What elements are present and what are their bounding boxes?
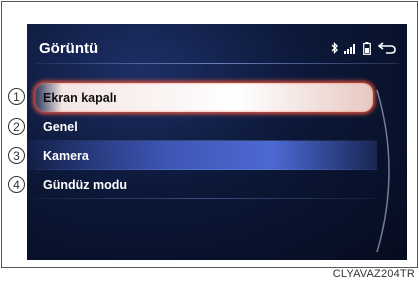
menu-item-ekran-kapali[interactable]: Ekran kapalı xyxy=(35,83,373,112)
display-screen: Görüntü Ekran kapalı Genel Kamera Gündüz… xyxy=(27,24,407,260)
callout-badge-4: 4 xyxy=(8,176,25,193)
figure-caption: CLYAVAZ204TR xyxy=(332,268,415,280)
bluetooth-icon xyxy=(331,42,338,54)
callout-badge-2: 2 xyxy=(8,118,25,135)
signal-strength-icon xyxy=(344,43,355,54)
status-bar xyxy=(331,41,397,55)
settings-menu: Ekran kapalı Genel Kamera Gündüz modu xyxy=(27,83,377,199)
battery-icon xyxy=(363,41,371,55)
menu-item-gunduz-modu[interactable]: Gündüz modu xyxy=(27,170,377,199)
title-divider xyxy=(35,63,399,64)
row-divider xyxy=(35,198,377,199)
callout-badge-3: 3 xyxy=(8,147,25,164)
back-icon[interactable] xyxy=(377,41,397,55)
callout-badge-1: 1 xyxy=(8,88,25,105)
screen-title: Görüntü xyxy=(39,40,99,57)
menu-item-label: Ekran kapalı xyxy=(43,90,117,105)
menu-item-label: Kamera xyxy=(43,148,89,163)
menu-item-genel[interactable]: Genel xyxy=(27,112,377,141)
menu-item-label: Gündüz modu xyxy=(43,177,128,192)
menu-item-label: Genel xyxy=(43,119,78,134)
scroll-indicator[interactable] xyxy=(367,86,407,256)
menu-item-kamera[interactable]: Kamera xyxy=(27,141,377,170)
figure-frame: Görüntü Ekran kapalı Genel Kamera Gündüz… xyxy=(1,1,418,268)
